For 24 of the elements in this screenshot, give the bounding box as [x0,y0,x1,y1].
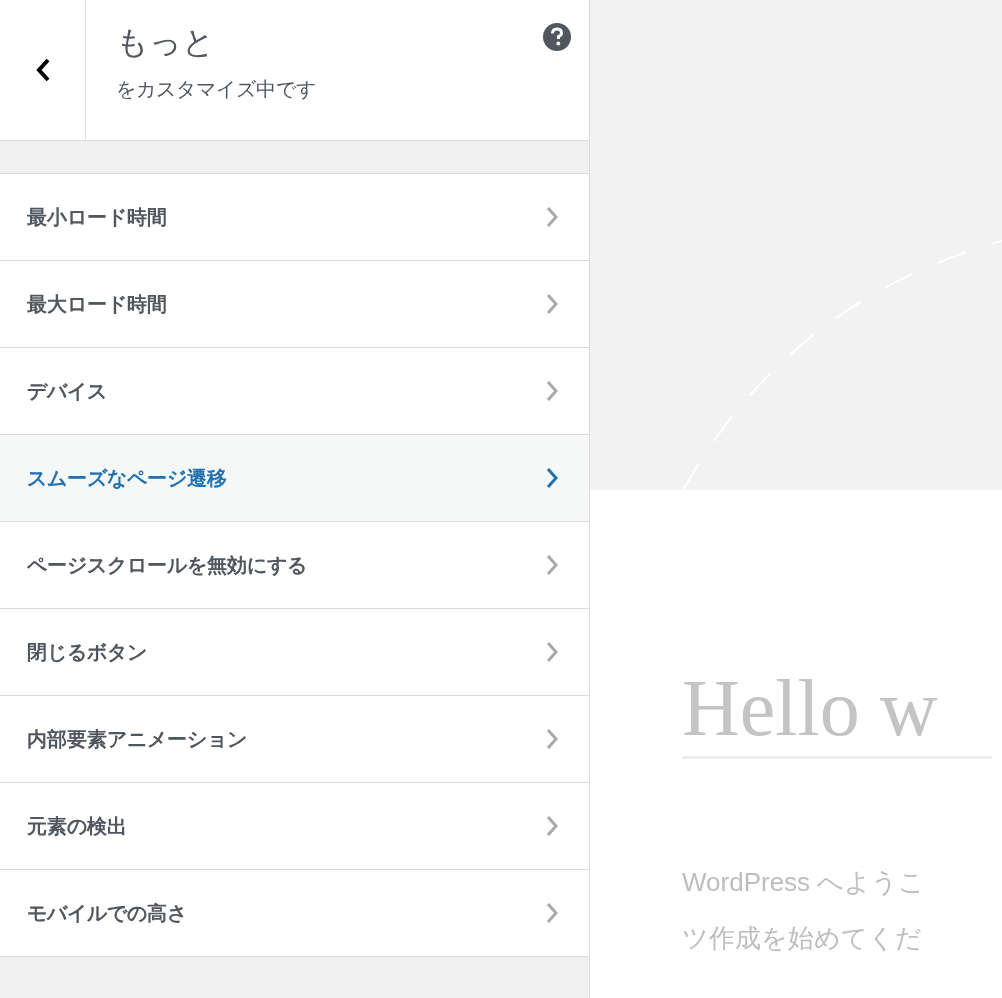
menu-item[interactable]: 元素の検出 [0,783,589,870]
chevron-icon [545,292,559,316]
menu-item[interactable]: デバイス [0,348,589,435]
post-text: WordPress へようこ [682,866,927,899]
menu-item[interactable]: モバイルでの高さ [0,870,589,957]
chevron-icon [545,727,559,751]
chevron-icon [545,553,559,577]
panel-title: もっと [116,22,216,63]
menu-item[interactable]: 最大ロード時間 [0,261,589,348]
menu-item[interactable]: スムーズなページ遷移 [0,435,589,522]
menu-item[interactable]: 内部要素アニメーション [0,696,589,783]
post-text: ツ作成を始めてくだ [682,922,923,955]
chevron-icon [545,379,559,403]
menu-item[interactable]: ページスクロールを無効にする [0,522,589,609]
chevron-icon [545,901,559,925]
panel-subtitle: をカスタマイズ中です [116,76,316,103]
chevron-icon [545,205,559,229]
chevron-icon [545,466,559,490]
post-title: Hello w [682,660,992,759]
help-icon[interactable] [542,22,572,52]
chevron-icon [545,640,559,664]
menu-item[interactable]: 最小ロード時間 [0,174,589,261]
chevron-icon [545,814,559,838]
menu-item[interactable]: 閉じるボタン [0,609,589,696]
